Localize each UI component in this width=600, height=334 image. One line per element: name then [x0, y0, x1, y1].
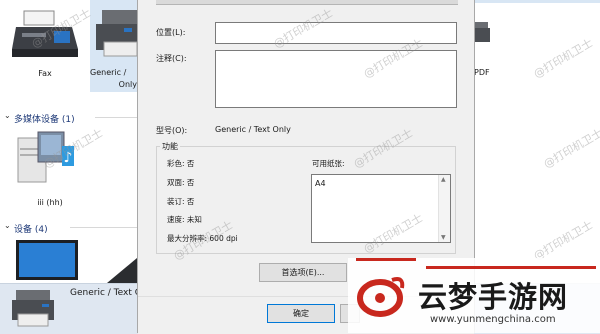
brand-top-line — [356, 258, 416, 261]
multimedia-group-title[interactable]: 多媒体设备 (1) — [14, 112, 75, 125]
model-label: 型号(O): — [156, 126, 188, 135]
feature-staple: 装订: 否 — [167, 197, 195, 206]
monitor-icon — [16, 240, 78, 280]
brand-logo-icon — [357, 277, 405, 317]
feature-speed: 速度: 未知 — [167, 215, 202, 224]
dialog-top-edge — [156, 0, 458, 5]
brand-watermark: 云梦手游网 www.yunmengchina.com — [348, 258, 600, 333]
comment-textarea[interactable] — [215, 50, 457, 108]
keyboard-icon — [107, 258, 137, 283]
devices-group-chevron[interactable]: ⌄ — [4, 221, 11, 230]
fax-device[interactable]: Fax — [5, 5, 85, 85]
multimedia-group-chevron[interactable]: ⌄ — [4, 111, 11, 120]
preferences-button[interactable]: 首选项(E)... — [259, 263, 347, 282]
paper-option[interactable]: A4 — [315, 179, 326, 188]
printer-icon — [96, 10, 137, 57]
group-divider — [95, 117, 137, 118]
media-device[interactable]: ♪ iii (hh) — [10, 128, 90, 210]
paper-label: 可用纸张: — [312, 159, 345, 168]
brand-url: www.yunmengchina.com — [430, 314, 556, 325]
media-server-icon: ♪ — [17, 131, 74, 183]
features-title: 功能 — [160, 141, 180, 152]
svg-text:♪: ♪ — [64, 150, 73, 166]
printer-icon — [12, 290, 54, 327]
generic-label-line2: Only — [118, 80, 137, 89]
scrollbar[interactable]: ▲ ▼ — [438, 175, 450, 242]
brand-name: 云梦手游网 — [418, 280, 569, 314]
devices-group-title[interactable]: 设备 (4) — [14, 222, 48, 235]
location-input[interactable] — [215, 22, 457, 44]
brand-top-line — [426, 266, 596, 269]
scroll-down-arrow[interactable]: ▼ — [441, 234, 446, 241]
generic-label-line1: Generic / — [90, 68, 127, 77]
right-pane: PDF — [474, 0, 600, 283]
media-device-label: iii (hh) — [37, 198, 63, 207]
feature-duplex: 双面: 否 — [167, 178, 195, 187]
ok-button[interactable]: 确定 — [267, 304, 335, 323]
feature-max-resolution: 最大分辨率: 600 dpi — [167, 234, 238, 243]
scroll-up-arrow[interactable]: ▲ — [441, 176, 446, 183]
fax-icon — [12, 10, 78, 57]
selected-device-name: Generic / Text O — [70, 288, 142, 298]
comment-label: 注释(C): — [156, 54, 187, 63]
feature-color: 彩色: 否 — [167, 159, 195, 168]
group-divider — [70, 227, 137, 228]
pdf-printer-icon — [474, 22, 490, 42]
paper-listbox[interactable]: A4 ▲ ▼ — [311, 174, 451, 243]
monitor-device[interactable] — [12, 238, 137, 283]
top-strip — [474, 0, 600, 3]
fax-label: Fax — [38, 69, 52, 78]
pdf-label: PDF — [474, 68, 490, 77]
model-value: Generic / Text Only — [215, 125, 291, 134]
generic-printer-device[interactable]: Generic / Only — [90, 0, 137, 92]
location-label: 位置(L): — [156, 28, 186, 37]
